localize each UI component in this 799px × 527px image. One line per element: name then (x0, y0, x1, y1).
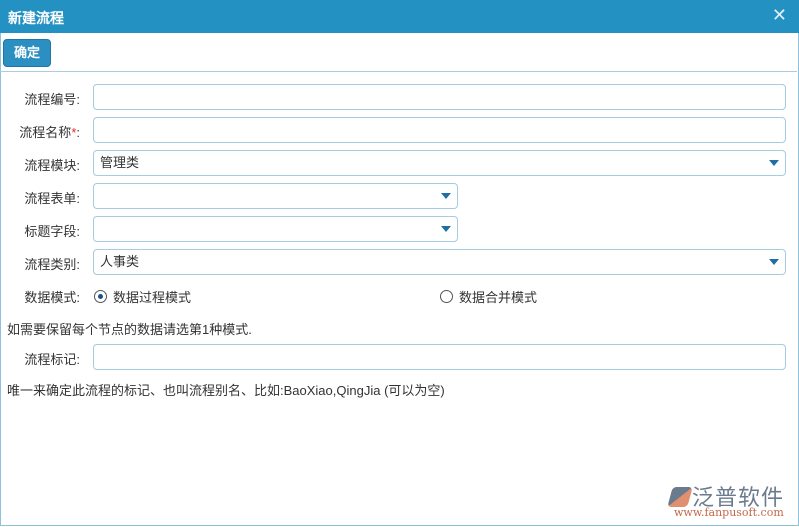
code-input[interactable] (93, 84, 786, 110)
chevron-down-icon (769, 259, 779, 265)
tag-note: 唯一来确定此流程的标记、也叫流程别名、比如:BaoXiao,QingJia (可… (7, 383, 445, 398)
name-input[interactable] (93, 117, 786, 143)
radio-merge-mode[interactable]: 数据合并模式 (440, 287, 537, 306)
close-icon[interactable]: ✕ (772, 5, 787, 26)
tag-label: 流程标记: (24, 352, 80, 367)
tag-input[interactable] (93, 344, 786, 370)
logo-mark-icon (667, 487, 693, 507)
dialog-title: 新建流程 (8, 10, 64, 26)
title-field-select[interactable] (93, 216, 458, 242)
code-label: 流程编号: (24, 92, 80, 107)
module-select[interactable]: 管理类 (93, 150, 786, 176)
radio-checked-icon (94, 290, 107, 303)
name-label-text: 流程名称 (19, 125, 72, 140)
brand-logo: 泛普软件 www.fanpusoft.com (667, 480, 784, 519)
form-sheet-label: 流程表单: (24, 191, 80, 206)
mode-note: 如需要保留每个节点的数据请选第1种模式. (7, 322, 252, 337)
data-mode-label: 数据模式: (24, 290, 80, 305)
title-field-label: 标题字段: (24, 224, 80, 239)
category-label: 流程类别: (24, 257, 80, 272)
radio-label: 数据过程模式 (113, 290, 192, 305)
chevron-down-icon (441, 226, 451, 232)
radio-unchecked-icon (440, 290, 453, 303)
radio-label: 数据合并模式 (459, 290, 538, 305)
module-label: 流程模块: (24, 158, 80, 173)
dialog-titlebar: 新建流程 ✕ (0, 0, 799, 33)
form-sheet-select[interactable] (93, 183, 458, 209)
chevron-down-icon (441, 193, 451, 199)
ok-button[interactable]: 确定 (3, 39, 51, 67)
category-select[interactable]: 人事类 (93, 249, 786, 275)
category-value: 人事类 (100, 254, 140, 269)
colon: : (76, 125, 80, 140)
chevron-down-icon (769, 160, 779, 166)
name-label: 流程名称*: (19, 122, 80, 141)
logo-url: www.fanpusoft.com (674, 506, 784, 519)
radio-process-mode[interactable]: 数据过程模式 (94, 287, 191, 306)
toolbar: 确定 (0, 33, 797, 72)
module-value: 管理类 (100, 155, 140, 170)
